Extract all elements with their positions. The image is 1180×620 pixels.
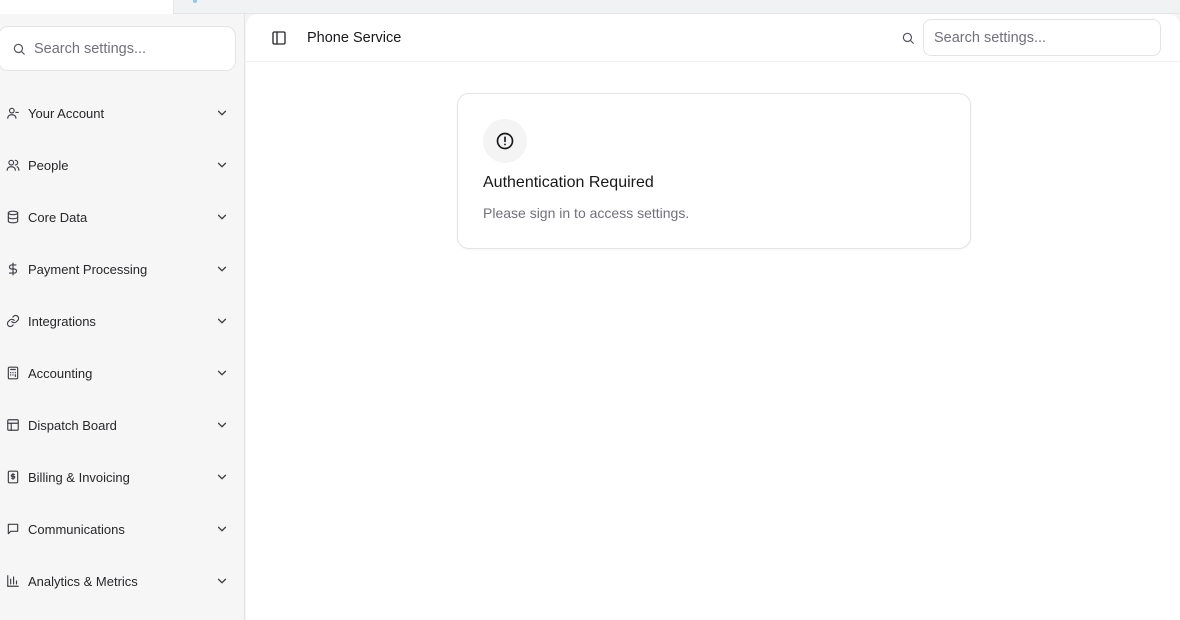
sidebar-item-label: Communications xyxy=(28,521,125,537)
chevron-down-icon[interactable] xyxy=(215,470,229,484)
receipt-icon xyxy=(6,470,20,484)
search-icon xyxy=(901,31,915,45)
sidebar-item-payment-processing[interactable]: Payment Processing xyxy=(0,243,245,295)
chevron-down-icon[interactable] xyxy=(215,522,229,536)
sidebar-item-integrations[interactable]: Integrations xyxy=(0,295,245,347)
sidebar-item-label: Billing & Invoicing xyxy=(28,469,130,485)
search-icon xyxy=(12,42,26,56)
browser-tab-strip xyxy=(0,0,1180,14)
sidebar-item-billing-invoicing[interactable]: Billing & Invoicing xyxy=(0,451,245,503)
sidebar-item-communications[interactable]: Communications xyxy=(0,503,245,555)
sidebar-search-input[interactable] xyxy=(34,40,214,57)
sidebar-item-core-data[interactable]: Core Data xyxy=(0,191,245,243)
main-content: Phone Service Authentication Required Pl… xyxy=(246,14,1180,620)
chevron-down-icon[interactable] xyxy=(215,262,229,276)
link-icon xyxy=(6,314,20,328)
bar-chart-icon xyxy=(6,574,20,588)
sidebar-toggle-icon[interactable] xyxy=(271,30,287,46)
sidebar-item-people[interactable]: People xyxy=(0,139,245,191)
sidebar-item-label: Payment Processing xyxy=(28,261,148,277)
sidebar-search-box[interactable] xyxy=(0,26,236,71)
header-search-input[interactable] xyxy=(934,29,1154,46)
dollar-icon xyxy=(6,262,20,276)
page-title: Phone Service xyxy=(307,30,402,46)
database-icon xyxy=(6,210,20,224)
sidebar-item-analytics-metrics[interactable]: Analytics & Metrics xyxy=(0,555,245,607)
auth-required-card: Authentication Required Please sign in t… xyxy=(457,93,971,249)
page-header: Phone Service xyxy=(246,14,1180,62)
sidebar-item-accounting[interactable]: Accounting xyxy=(0,347,245,399)
sidebar-item-your-account[interactable]: Your Account xyxy=(0,87,245,139)
card-description: Please sign in to access settings. xyxy=(483,205,690,221)
sidebar-item-label: Dispatch Board xyxy=(28,417,117,433)
chevron-down-icon[interactable] xyxy=(215,106,229,120)
user-icon xyxy=(6,106,20,120)
sidebar-item-dispatch-board[interactable]: Dispatch Board xyxy=(0,399,245,451)
sidebar-item-label: Accounting xyxy=(28,365,93,381)
sidebar-item-label: Analytics & Metrics xyxy=(28,573,138,589)
alert-circle-icon xyxy=(483,119,527,163)
sidebar-item-label: Integrations xyxy=(28,313,96,329)
sidebar-item-label: Your Account xyxy=(28,105,105,121)
settings-sidebar: Your Account People Core Data Payment Pr… xyxy=(0,14,245,620)
settings-nav: Your Account People Core Data Payment Pr… xyxy=(0,87,245,607)
layout-icon xyxy=(6,418,20,432)
chevron-down-icon[interactable] xyxy=(215,210,229,224)
card-title: Authentication Required xyxy=(483,174,654,191)
chevron-down-icon[interactable] xyxy=(215,314,229,328)
sidebar-item-label: People xyxy=(28,157,69,173)
chevron-down-icon[interactable] xyxy=(215,366,229,380)
calculator-icon xyxy=(6,366,20,380)
chevron-down-icon[interactable] xyxy=(215,574,229,588)
message-icon xyxy=(6,522,20,536)
tab-indicator xyxy=(193,0,197,3)
header-search-box[interactable] xyxy=(923,19,1161,56)
sidebar-item-label: Core Data xyxy=(28,209,88,225)
chevron-down-icon[interactable] xyxy=(215,158,229,172)
active-tab[interactable] xyxy=(0,0,174,14)
users-icon xyxy=(6,158,20,172)
chevron-down-icon[interactable] xyxy=(215,418,229,432)
